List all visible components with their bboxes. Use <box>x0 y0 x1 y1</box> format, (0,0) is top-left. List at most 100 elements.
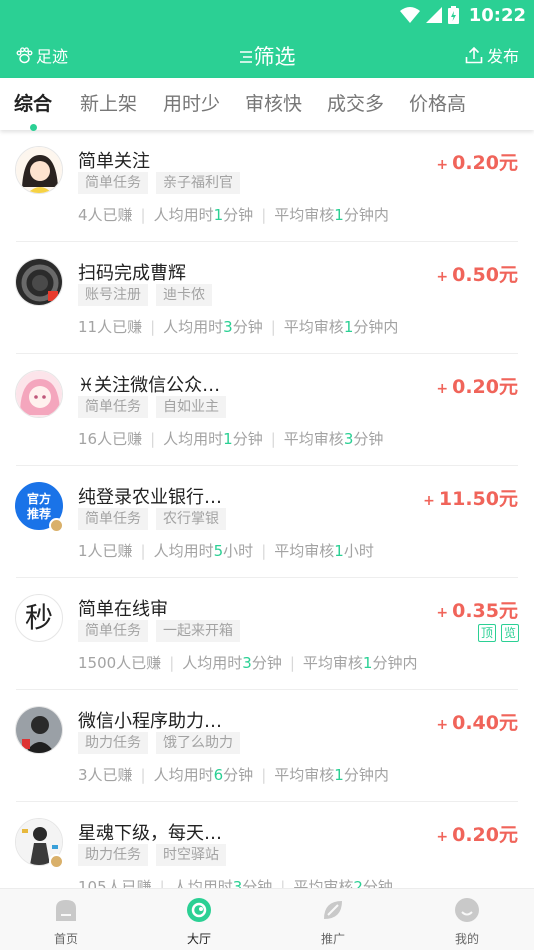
avg-review-unit: 分钟 <box>362 878 393 888</box>
task-title: 星魂下级，每天… <box>78 823 222 844</box>
nav-home[interactable]: 首页 <box>26 897 106 947</box>
avg-review-unit: 分钟内 <box>343 206 389 224</box>
tab-label: 价格高 <box>409 93 467 115</box>
reward-amount: 0.20元 <box>452 376 518 398</box>
avg-time-unit: 分钟 <box>232 318 263 336</box>
avg-time-label: 人均用时 <box>153 766 214 784</box>
task-stats: 4人已赚 | 人均用时1分钟 | 平均审核1分钟内 <box>78 206 389 224</box>
task-row[interactable]: ♓关注微信公众… 简单任务 自如业主 16人已赚 | 人均用时1分钟 | 平均审核3分钟… <box>0 354 534 466</box>
signal-icon <box>425 7 442 23</box>
tab-label: 用时少 <box>163 93 221 115</box>
task-tags: 简单任务 一起来开箱 <box>78 620 240 642</box>
filter-icon <box>239 51 252 63</box>
task-stats: 16人已赚 | 人均用时1分钟 | 平均审核3分钟 <box>78 430 384 448</box>
avg-review-value: 1 <box>334 766 344 784</box>
task-row[interactable]: 扫码完成曹辉 账号注册 迪卡侬 11人已赚 | 人均用时3分钟 | 平均审核1分钟内 +… <box>0 242 534 354</box>
filter-button[interactable]: 筛选 <box>0 41 534 71</box>
task-category-tag: 简单任务 <box>78 396 148 418</box>
nav-label: 大厅 <box>186 932 211 946</box>
task-title: 微信小程序助力… <box>78 711 222 732</box>
avg-time-value: 3 <box>242 654 252 672</box>
bottom-nav: 首页 大厅 推广 我的 <box>0 888 534 950</box>
nav-hall[interactable]: 大厅 <box>159 897 239 947</box>
earned-count: 16人已赚 <box>78 430 143 448</box>
task-merchant-tag: 自如业主 <box>156 396 226 418</box>
avg-time-value: 1 <box>213 206 224 224</box>
avg-review-value: 1 <box>334 542 344 560</box>
avg-review-label: 平均审核 <box>274 542 335 560</box>
nav-promote[interactable]: 推广 <box>293 897 373 947</box>
task-title: ♓关注微信公众… <box>78 375 221 396</box>
plus-sign: + <box>436 717 449 733</box>
task-flags: 顶 览 <box>478 624 519 642</box>
tab-most-deals[interactable]: 成交多 <box>327 89 384 116</box>
task-stats: 105人已赚 | 人均用时3分钟 | 平均审核2分钟 <box>78 876 393 888</box>
tab-comprehensive[interactable]: 综合 <box>14 89 53 131</box>
avg-review-value: 2 <box>353 878 363 888</box>
active-tab-indicator <box>30 124 37 131</box>
task-list: 简单关注 简单任务 亲子福利官 4人已赚 | 人均用时1分钟 | 平均审核1分钟内 +0… <box>0 130 534 888</box>
task-category-tag: 简单任务 <box>78 508 148 530</box>
reward-amount: 11.50元 <box>438 488 518 510</box>
task-tags: 助力任务 饿了么助力 <box>78 732 240 754</box>
tab-label: 综合 <box>14 93 53 115</box>
avg-review-value: 1 <box>343 318 354 336</box>
task-merchant-tag: 饿了么助力 <box>156 732 240 754</box>
avg-time-unit: 分钟 <box>223 766 254 784</box>
medal-badge-icon <box>49 518 64 533</box>
earned-count: 4人已赚 <box>78 206 133 224</box>
avg-time-label: 人均用时 <box>153 206 214 224</box>
task-tags: 账号注册 迪卡侬 <box>78 284 212 306</box>
tab-newest[interactable]: 新上架 <box>80 89 137 116</box>
earned-count: 1500人已赚 <box>78 654 162 672</box>
publish-button[interactable]: 发布 <box>465 43 519 67</box>
profile-icon <box>455 898 479 922</box>
task-row[interactable]: 官方 推荐 纯登录农业银行… 简单任务 农行掌银 1人已赚 | 人均用时5小时 | 平均… <box>0 466 534 578</box>
avg-time-unit: 分钟 <box>251 654 282 672</box>
avg-review-label: 平均审核 <box>283 318 344 336</box>
task-row[interactable]: 微信小程序助力… 助力任务 饿了么助力 3人已赚 | 人均用时6分钟 | 平均审核1分钟… <box>0 690 534 802</box>
task-reward: +0.20元 <box>436 372 518 399</box>
avg-review-unit: 分钟内 <box>343 766 389 784</box>
task-row[interactable]: 简单关注 简单任务 亲子福利官 4人已赚 | 人均用时1分钟 | 平均审核1分钟内 +0… <box>0 130 534 242</box>
plus-sign: + <box>436 269 449 285</box>
app-bar: 足迹 筛选 发布 <box>0 30 534 78</box>
avg-time-value: 1 <box>223 430 233 448</box>
tab-label: 成交多 <box>327 93 385 115</box>
browse-flag: 览 <box>501 624 519 642</box>
avg-time-value: 5 <box>213 542 224 560</box>
official-recommend-line1: 官方 <box>26 492 51 506</box>
avg-time-value: 6 <box>213 766 224 784</box>
task-tags: 简单任务 自如业主 <box>78 396 226 418</box>
avg-time-unit: 小时 <box>223 542 254 560</box>
task-title: 纯登录农业银行… <box>78 487 222 508</box>
task-category-tag: 助力任务 <box>78 844 148 866</box>
hall-icon <box>187 898 211 922</box>
task-category-tag: 助力任务 <box>78 732 148 754</box>
avg-review-label: 平均审核 <box>283 430 344 448</box>
tab-label: 审核快 <box>245 93 303 115</box>
avg-review-value: 1 <box>334 206 344 224</box>
avg-time-label: 人均用时 <box>182 654 243 672</box>
earned-count: 3人已赚 <box>78 766 133 784</box>
tab-highest-price[interactable]: 价格高 <box>409 89 466 116</box>
task-title: 简单在线审 <box>78 599 168 620</box>
task-row[interactable]: 秒 简单在线审 简单任务 一起来开箱 1500人已赚 | 人均用时3分钟 | 平均审核1… <box>0 578 534 690</box>
reward-amount: 0.50元 <box>452 264 518 286</box>
avg-time-label: 人均用时 <box>153 542 214 560</box>
plus-sign: + <box>436 605 449 621</box>
status-bar: 10:22 <box>0 0 534 30</box>
tab-label: 新上架 <box>80 93 138 115</box>
task-merchant-tag: 迪卡侬 <box>156 284 212 306</box>
avatar: 秒 <box>15 594 63 642</box>
avatar <box>15 370 63 418</box>
task-row[interactable]: 星魂下级，每天… 助力任务 时空驿站 105人已赚 | 人均用时3分钟 | 平均审核2分… <box>0 802 534 888</box>
earned-count: 105人已赚 <box>78 878 152 888</box>
nav-label: 推广 <box>320 932 345 946</box>
avg-review-label: 平均审核 <box>274 206 335 224</box>
wifi-icon <box>399 7 420 23</box>
tab-least-time[interactable]: 用时少 <box>163 89 220 116</box>
tab-fast-review[interactable]: 审核快 <box>245 89 302 116</box>
status-icons: 10:22 <box>399 3 526 27</box>
nav-profile[interactable]: 我的 <box>427 897 507 947</box>
